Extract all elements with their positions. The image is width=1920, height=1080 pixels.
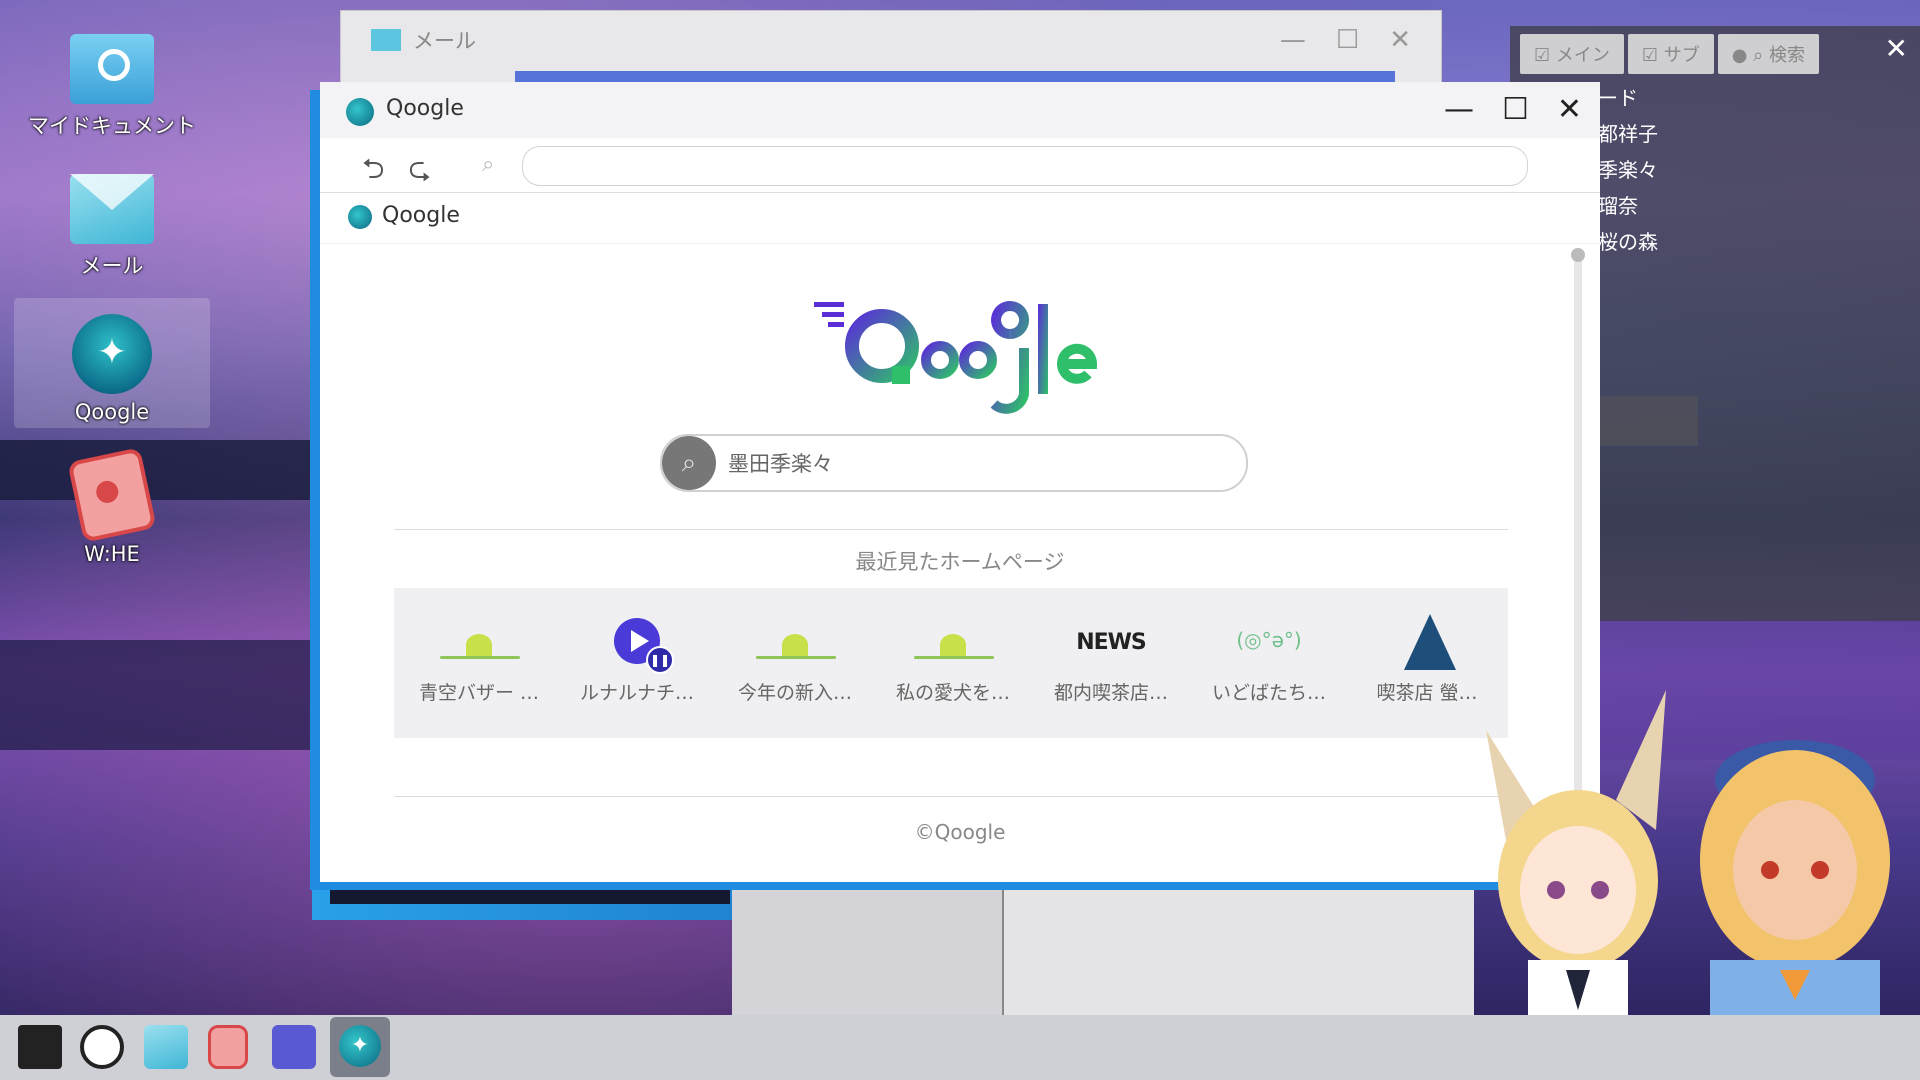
landscape-icon — [404, 614, 554, 674]
list-item[interactable]: ード — [1598, 80, 1658, 116]
news-icon-text: NEWS — [1076, 630, 1147, 655]
recent-site-tile[interactable]: ❚❚ ルナルナチ… — [562, 614, 712, 705]
taskbar: ✦ — [0, 1015, 1920, 1080]
desktop-icon-qoogle[interactable]: Qoogle — [14, 298, 210, 428]
browser-window[interactable]: Qoogle — ☐ ✕ ⮌ ⮎ ⌕ Qoogle ⌕ 墨田季楽々 最近見たホー… — [320, 82, 1600, 882]
news-icon: NEWS — [1036, 614, 1186, 674]
maximize-icon[interactable]: ☐ — [1336, 25, 1359, 55]
search-input[interactable]: 墨田季楽々 — [728, 448, 833, 478]
mail-icon — [70, 174, 154, 244]
browser-title: Qoogle — [386, 96, 464, 121]
divider — [394, 529, 1508, 530]
taskbar-files-icon[interactable] — [18, 1025, 62, 1069]
background-pane — [732, 880, 1002, 1015]
recent-site-tile[interactable]: 青空バザー … — [404, 614, 554, 705]
list-item[interactable]: 桜の森 — [1598, 224, 1658, 260]
tab-main[interactable]: ☑ メイン — [1520, 34, 1624, 74]
recent-site-label: いどばたち… — [1211, 682, 1326, 704]
whe-icon — [67, 447, 157, 543]
search-box[interactable]: ⌕ 墨田季楽々 — [660, 434, 1248, 492]
taskbar-qoogle-icon[interactable]: ✦ — [330, 1017, 390, 1077]
desktop-icon-mail[interactable]: メール — [14, 158, 210, 288]
list-item[interactable]: 都祥子 — [1598, 116, 1658, 152]
mail-window-title: メール — [371, 25, 476, 55]
tab-sub-label: サブ — [1663, 45, 1700, 66]
scroll-up-icon[interactable] — [1571, 248, 1585, 262]
address-bar[interactable] — [522, 146, 1528, 186]
taskbar-camera-icon[interactable] — [272, 1025, 316, 1069]
desktop-icon-label: Qoogle — [74, 400, 150, 424]
page-content: ⌕ 墨田季楽々 最近見たホームページ 青空バザー … ❚❚ ルナルナチ… 今年の… — [320, 244, 1600, 882]
desktop-icon-whe[interactable]: W:HE — [14, 438, 210, 568]
desktop-icon-label: W:HE — [84, 542, 140, 566]
mail-icon — [371, 29, 401, 51]
landscape-icon — [878, 614, 1028, 674]
ido-icon-text: (◎°ə°) — [1236, 628, 1302, 652]
recent-site-tile[interactable]: 私の愛犬を… — [878, 614, 1028, 705]
taskbar-whe-icon[interactable] — [208, 1025, 248, 1069]
copyright: ©Qoogle — [914, 820, 1006, 844]
taskbar-face-icon[interactable] — [80, 1025, 124, 1069]
list-item[interactable]: 季楽々 — [1598, 152, 1658, 188]
recent-site-label: ルナルナチ… — [579, 682, 694, 704]
tab-search[interactable]: ● ⌕ 検索 — [1717, 34, 1819, 74]
forward-icon[interactable]: ⮎ — [408, 148, 430, 196]
document-search-icon — [70, 34, 154, 104]
mail-window-title-text: メール — [413, 29, 476, 53]
browser-titlebar[interactable]: Qoogle — ☐ ✕ — [320, 82, 1600, 138]
search-icon[interactable]: ⌕ — [662, 436, 716, 490]
qoogle-icon — [72, 314, 152, 394]
recent-heading: 最近見たホームページ — [855, 550, 1065, 574]
taskbar-mail-icon[interactable] — [144, 1025, 188, 1069]
side-panel-tabs: ☑ メイン ☑ サブ ● ⌕ 検索 — [1520, 34, 1819, 74]
qoogle-icon — [346, 98, 374, 126]
desktop-icon-my-documents[interactable]: マイドキュメント — [14, 18, 210, 148]
play-pause-icon: ❚❚ — [562, 614, 712, 674]
recent-site-label: 私の愛犬を… — [895, 682, 1010, 704]
background-pane — [1002, 880, 1474, 1015]
list-item[interactable]: 瑠奈 — [1598, 188, 1658, 224]
desktop-icon-label: メール — [80, 254, 144, 278]
maximize-icon[interactable]: ☐ — [1502, 92, 1529, 127]
recent-site-label: 今年の新入… — [737, 682, 852, 704]
side-panel-block — [1598, 396, 1698, 446]
divider — [394, 796, 1508, 797]
close-icon[interactable]: ✕ — [1885, 32, 1908, 65]
side-panel-list: ード 都祥子 季楽々 瑠奈 桜の森 — [1598, 80, 1658, 260]
wallpaper-shape — [0, 640, 320, 750]
qoogle-icon — [348, 205, 372, 229]
tab-main-label: メイン — [1555, 45, 1610, 66]
browser-toolbar: ⮌ ⮎ ⌕ — [320, 138, 1600, 193]
recent-sites: 青空バザー … ❚❚ ルナルナチ… 今年の新入… 私の愛犬を… NEWS 都内喫… — [394, 588, 1508, 738]
background-window-content — [330, 880, 730, 904]
ido-icon: (◎°ə°) — [1194, 614, 1344, 674]
close-icon[interactable]: ✕ — [1389, 25, 1411, 55]
minimize-icon[interactable]: — — [1444, 92, 1474, 127]
minimize-icon[interactable]: — — [1280, 25, 1306, 55]
window-controls: — ☐ ✕ — [1280, 25, 1411, 55]
window-controls: — ☐ ✕ — [1444, 92, 1582, 127]
close-icon[interactable]: ✕ — [1557, 92, 1582, 127]
search-icon: ⌕ — [482, 152, 495, 177]
qoogle-logo[interactable] — [810, 294, 1100, 414]
desktop-icon-label: マイドキュメント — [28, 114, 196, 138]
tab-search-label: 検索 — [1768, 45, 1805, 66]
recent-site-label: 青空バザー … — [418, 682, 540, 704]
recent-site-tile[interactable]: NEWS 都内喫茶店… — [1036, 614, 1186, 705]
tab-title: Qoogle — [382, 203, 460, 228]
recent-site-label: 都内喫茶店… — [1053, 682, 1168, 704]
tab-sub[interactable]: ☑ サブ — [1627, 34, 1714, 74]
tree-icon — [1352, 614, 1502, 674]
recent-site-tile[interactable]: (◎°ə°) いどばたち… — [1194, 614, 1344, 705]
browser-tab[interactable]: Qoogle — [320, 193, 1600, 244]
landscape-icon — [720, 614, 870, 674]
recent-site-tile[interactable]: 今年の新入… — [720, 614, 870, 705]
back-icon[interactable]: ⮌ — [362, 148, 384, 196]
